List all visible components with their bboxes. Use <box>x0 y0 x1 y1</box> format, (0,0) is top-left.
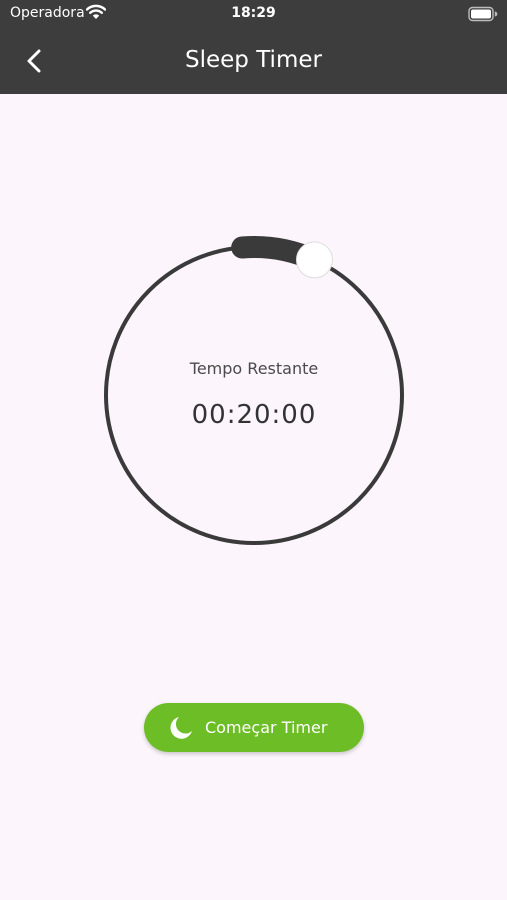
app-bar: Sleep Timer <box>0 28 507 94</box>
moon-icon <box>168 715 194 741</box>
status-clock: 18:29 <box>231 5 276 21</box>
start-timer-label: Começar Timer <box>205 718 328 737</box>
battery-icon <box>468 6 498 22</box>
timer-dial[interactable]: Tempo Restante 00:20:00 <box>95 228 415 558</box>
timer-ring <box>104 236 404 545</box>
status-bar: Operadora 18:29 <box>0 0 507 28</box>
page-title: Sleep Timer <box>185 47 322 73</box>
timer-track <box>104 245 404 545</box>
start-timer-button[interactable]: Começar Timer <box>144 703 364 752</box>
remaining-time-label: Tempo Restante <box>189 359 319 378</box>
timer-drag-handle <box>295 241 333 279</box>
remaining-time-value: 00:20:00 <box>191 400 317 430</box>
